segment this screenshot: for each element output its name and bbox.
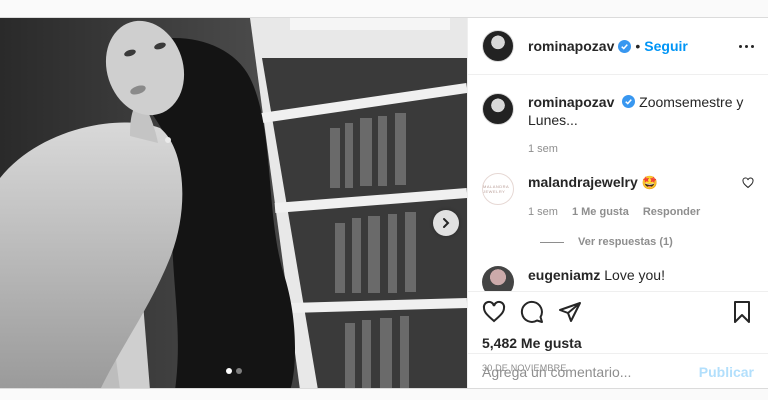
comments-list[interactable]: rominapozav Zoomsemestre y Lunes... 1 se… xyxy=(468,75,768,291)
author-avatar[interactable] xyxy=(482,30,514,62)
publish-button[interactable]: Publicar xyxy=(699,364,754,380)
comment-row: eugeniamz Love you! xyxy=(482,266,754,291)
follow-button[interactable]: Seguir xyxy=(644,38,688,54)
verified-icon xyxy=(618,39,632,53)
author-username[interactable]: rominapozav xyxy=(528,38,614,54)
more-options-button[interactable] xyxy=(739,44,754,48)
comment-input[interactable] xyxy=(482,363,699,380)
chevron-right-icon xyxy=(443,218,450,228)
comment-time[interactable]: 1 sem xyxy=(528,206,558,218)
like-comment-icon[interactable] xyxy=(742,177,754,189)
comment-likes[interactable]: 1 Me gusta xyxy=(572,206,629,218)
share-icon xyxy=(559,302,581,322)
verified-icon xyxy=(622,95,636,108)
reply-button[interactable]: Responder xyxy=(643,206,700,218)
likes-count[interactable]: 5,482 Me gusta xyxy=(482,335,754,351)
commenter-avatar[interactable]: MALANDRA JEWELRY xyxy=(482,173,514,205)
caption-avatar[interactable] xyxy=(482,93,514,125)
view-replies-label: Ver respuestas (1) xyxy=(578,236,673,248)
post-sidebar: rominapozav • Seguir rominapozav Zoomsem… xyxy=(467,18,768,388)
comment-composer: Publicar xyxy=(468,353,768,389)
post-header: rominapozav • Seguir xyxy=(468,18,768,75)
comment-row: MALANDRA JEWELRY malandrajewelry 🤩 1 sem… xyxy=(482,173,754,218)
more-icon xyxy=(739,44,742,48)
bookmark-icon xyxy=(734,301,750,323)
share-button[interactable] xyxy=(558,300,582,324)
comment-username[interactable]: malandrajewelry xyxy=(528,174,638,190)
caption-username[interactable]: rominapozav xyxy=(528,94,614,110)
caption-row: rominapozav Zoomsemestre y Lunes... 1 se… xyxy=(482,93,754,155)
post-photo xyxy=(0,18,467,388)
save-button[interactable] xyxy=(730,300,754,324)
like-button[interactable] xyxy=(482,300,506,324)
caption-time[interactable]: 1 sem xyxy=(528,143,558,155)
comment-username[interactable]: eugeniamz xyxy=(528,267,600,283)
post-card: rominapozav • Seguir rominapozav Zoomsem… xyxy=(0,17,768,389)
replies-line xyxy=(540,241,564,243)
heart-icon xyxy=(482,300,506,323)
comment-button[interactable] xyxy=(520,300,544,324)
next-image-button[interactable] xyxy=(433,210,459,236)
comment-text: 🤩 xyxy=(641,175,658,190)
comment-text: Love you! xyxy=(604,267,665,283)
post-media[interactable] xyxy=(0,18,467,388)
view-replies-button[interactable]: Ver respuestas (1) xyxy=(540,236,754,248)
header-separator: • xyxy=(635,38,641,54)
carousel-indicator xyxy=(0,368,467,374)
carousel-dot-active xyxy=(225,368,232,374)
carousel-dot xyxy=(235,368,242,374)
commenter-avatar[interactable] xyxy=(482,266,514,291)
comment-icon xyxy=(520,300,543,323)
